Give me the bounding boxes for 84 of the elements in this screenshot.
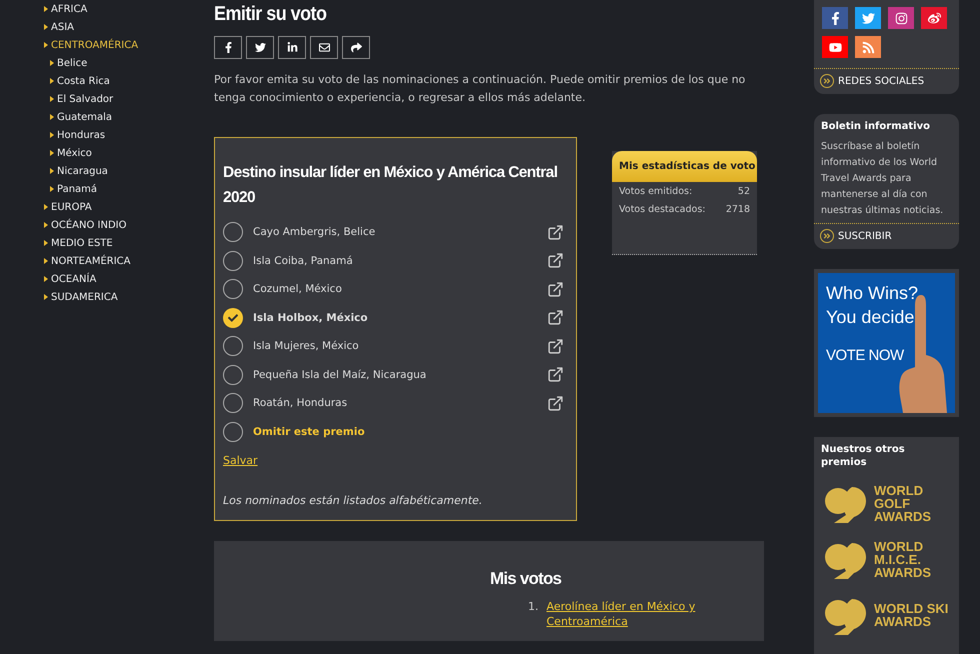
instagram-icon[interactable] — [888, 7, 914, 29]
my-votes-title: Mis votos — [490, 569, 562, 589]
radio-button[interactable] — [223, 336, 243, 356]
ballot-title: Destino insular líder en México y América Central 2020 — [223, 163, 558, 208]
radio-button[interactable] — [223, 364, 243, 385]
external-link-icon[interactable] — [547, 252, 564, 270]
external-link-icon[interactable] — [547, 366, 564, 384]
vote-link[interactable]: Aerolínea líder en México y Centroamérica — [546, 599, 706, 629]
stat-label: Votos destacados: — [619, 204, 706, 214]
nominee-label: Isla Mujeres, México — [253, 340, 360, 352]
nominee-label: Isla Coiba, Panamá — [253, 254, 354, 267]
region-link[interactable]: OCEANÍA — [44, 270, 214, 288]
country-link[interactable]: México — [44, 144, 214, 162]
country-link[interactable]: Costa Rica — [44, 72, 214, 90]
rss-icon[interactable] — [855, 36, 881, 58]
skip-option-label: Omitir este premio — [253, 426, 366, 438]
country-link[interactable]: Guatemala — [44, 108, 214, 126]
nominee-label: Pequeña Isla del Maíz, Nicaragua — [253, 368, 428, 381]
ballot-note: Los nominados están listados alfabéticamente. — [223, 494, 484, 507]
award-logo-text: WORLD GOLF AWARDS — [874, 484, 932, 522]
stat-value: 2718 — [726, 204, 750, 214]
region-link[interactable]: AFRICA — [44, 0, 214, 18]
country-link[interactable]: Nicaragua — [44, 162, 214, 180]
radio-button[interactable] — [223, 308, 243, 328]
radio-button[interactable] — [223, 250, 243, 271]
nominee-label: Cozumel, México — [253, 283, 343, 296]
radio-button[interactable] — [223, 393, 243, 414]
stat-label: Votos emitidos: — [619, 186, 692, 196]
country-link[interactable]: Belice — [44, 54, 214, 72]
facebook-icon — [222, 42, 234, 53]
subscribe-link[interactable]: SUSCRIBIR — [814, 223, 959, 249]
other-awards-title: Nuestros otros premios — [820, 443, 906, 469]
radio-button[interactable] — [223, 222, 243, 242]
share-button[interactable] — [342, 36, 370, 59]
region-link[interactable]: MEDIO ESTE — [44, 234, 214, 252]
share-button[interactable] — [278, 36, 306, 59]
nominee-label: Roatán, Honduras — [253, 397, 348, 410]
banner-headline: Who Wins? — [826, 282, 920, 305]
country-link[interactable]: Panamá — [44, 180, 214, 198]
chevron-icon — [820, 229, 834, 243]
share-button[interactable] — [214, 36, 242, 59]
newsletter-text: Suscríbase al boletín informativo de los World Travel Awards para mantenerse al día con nuestras últimas noticias. — [821, 140, 944, 218]
vote-banner[interactable]: Who Wins? You decide VOTE NOW — [814, 269, 959, 417]
external-link-icon[interactable] — [547, 224, 564, 241]
linkedin-icon — [286, 42, 298, 53]
nominee-label: Isla Holbox, México — [253, 312, 369, 324]
social-link[interactable]: REDES SOCIALES — [814, 68, 959, 94]
external-link-icon[interactable] — [547, 309, 564, 326]
check-icon — [228, 312, 238, 323]
award-logo-text: WORLD SKI AWARDS — [874, 602, 948, 628]
region-link[interactable]: NORTEAMÉRICA — [44, 252, 214, 270]
external-link-icon[interactable] — [547, 280, 564, 298]
share-button[interactable] — [310, 36, 338, 59]
intro-text: Por favor emita su voto de las nominaciones a continuación. Puede omitir premios de los que no tenga conocimiento o experiencia, o regresar a ellos más adelante. — [214, 72, 746, 106]
list-number: 1. — [528, 599, 538, 615]
save-link[interactable]: Salvar — [223, 454, 258, 467]
radio-button[interactable] — [223, 422, 243, 442]
nominee-label: Cayo Ambergris, Belice — [253, 226, 376, 238]
region-link[interactable]: CENTROAMÉRICA — [44, 36, 214, 54]
region-link[interactable]: EUROPA — [44, 198, 214, 216]
country-link[interactable]: El Salvador — [44, 90, 214, 108]
region-link[interactable]: OCÉANO INDIO — [44, 216, 214, 234]
award-logo-text: WORLD M.I.C.E. AWARDS — [874, 540, 932, 578]
facebook-icon[interactable] — [822, 7, 848, 29]
external-link-icon[interactable] — [547, 338, 564, 355]
email-icon — [318, 42, 330, 53]
forward-arrow-icon — [350, 42, 362, 53]
stats-title: Mis estadísticas de voto — [612, 151, 757, 182]
country-link[interactable]: Honduras — [44, 126, 214, 144]
twitter-icon[interactable] — [855, 7, 881, 29]
twitter-icon — [254, 42, 266, 53]
weibo-icon[interactable] — [921, 7, 947, 29]
newsletter-title: Boletin informativo — [820, 120, 931, 133]
share-button[interactable] — [246, 36, 274, 59]
banner-subline: You decide — [826, 306, 916, 329]
page-title: Emitir su voto — [214, 3, 328, 26]
chevron-icon — [820, 74, 834, 88]
external-link-icon[interactable] — [547, 394, 564, 412]
region-link[interactable]: ASIA — [44, 18, 214, 36]
region-link[interactable]: SUDAMERICA — [44, 288, 214, 306]
stat-value: 52 — [738, 186, 750, 196]
radio-button[interactable] — [223, 279, 243, 300]
youtube-icon[interactable] — [822, 36, 848, 58]
banner-cta: VOTE NOW — [826, 347, 905, 364]
